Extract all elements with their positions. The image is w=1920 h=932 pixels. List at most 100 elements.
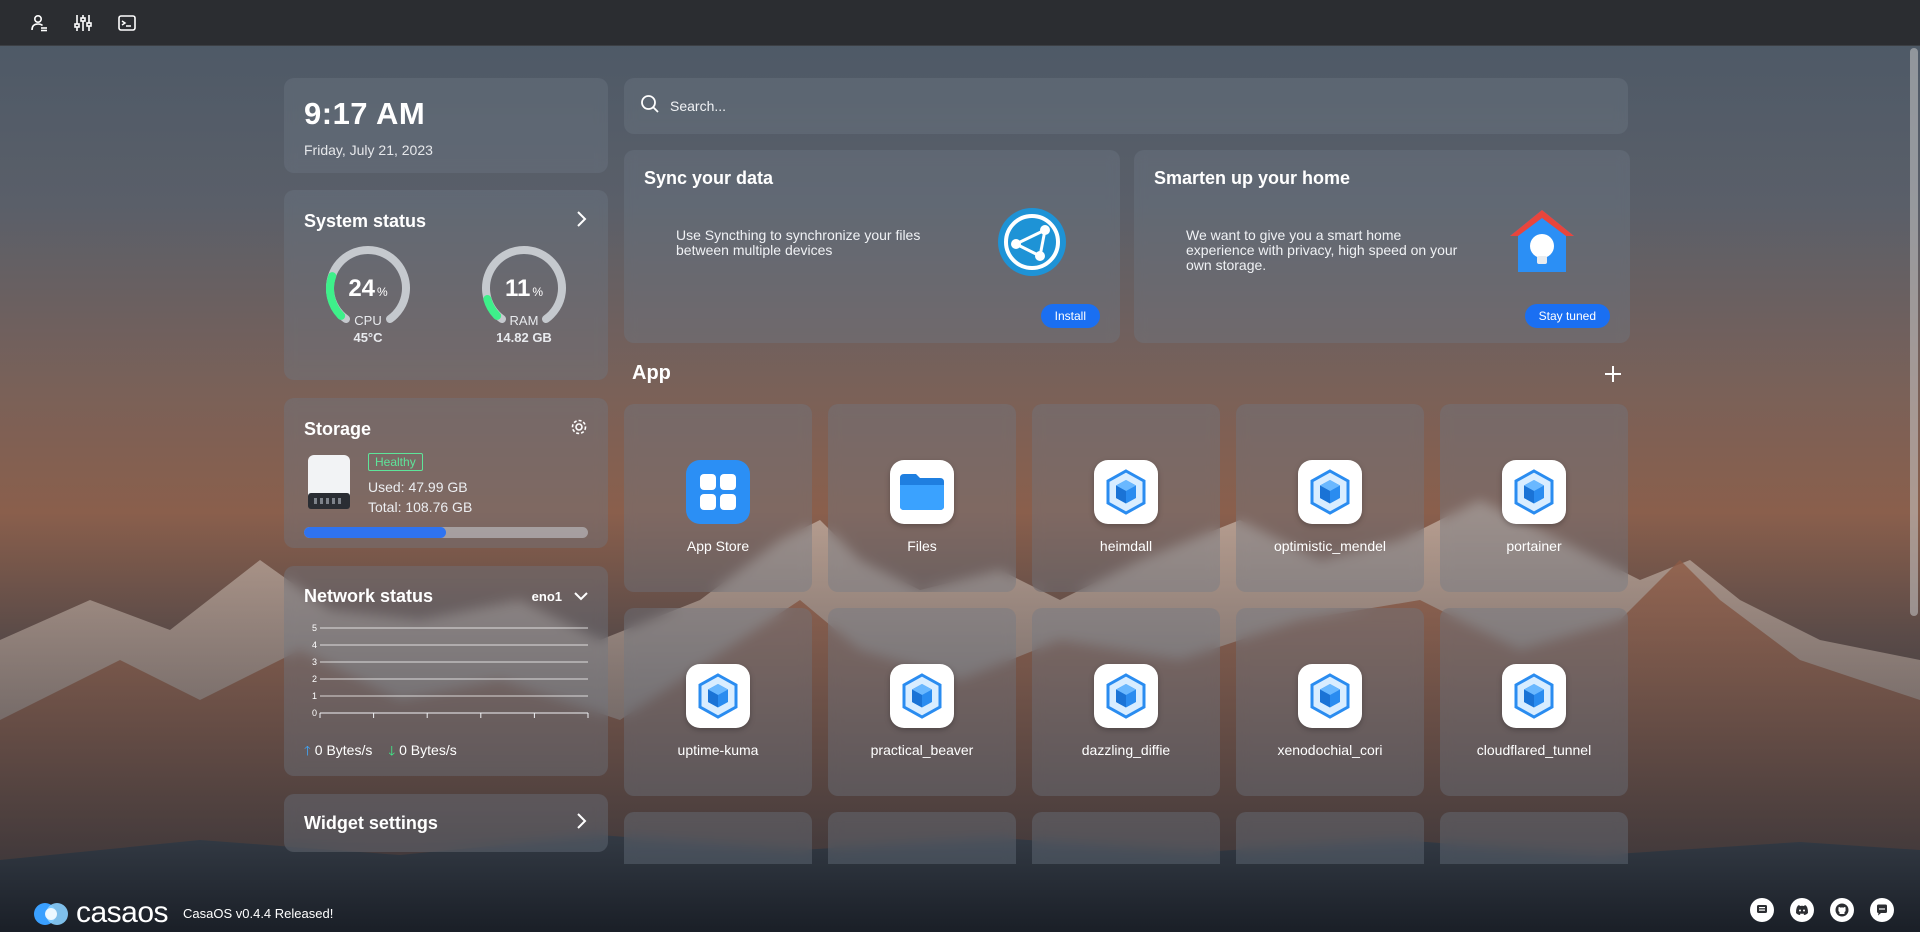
feedback-icon[interactable] — [1750, 898, 1774, 922]
app-tile-label: optimistic_mendel — [1273, 538, 1387, 554]
search-icon — [640, 94, 660, 119]
chevron-right-icon — [576, 812, 588, 835]
app-tile-label: xenodochial_cori — [1277, 742, 1383, 758]
storage-usage-bar — [304, 527, 588, 538]
clock-date: Friday, July 21, 2023 — [304, 142, 433, 158]
promo-title: Smarten up your home — [1154, 168, 1351, 188]
app-section-header: App — [632, 362, 1622, 385]
app-tile-label: practical_beaver — [870, 742, 974, 758]
network-chart: 5 4 3 2 1 0 — [312, 623, 589, 718]
terminal-icon[interactable] — [116, 12, 138, 34]
app-tile-placeholder[interactable] — [1032, 812, 1220, 864]
app-tile[interactable]: App Store — [624, 404, 812, 592]
app-tile[interactable]: uptime-kuma — [624, 608, 812, 796]
app-store-icon — [686, 460, 750, 524]
storage-widget: Storage Healthy Used: 47.99 GB Total: 10… — [284, 398, 608, 548]
network-status-title: Network status — [304, 586, 434, 606]
arrow-up-icon: 🡑 — [304, 743, 311, 758]
cpu-percent: 24% — [348, 275, 388, 302]
storage-used: Used: 47.99 GB — [368, 479, 468, 495]
app-tile-label: dazzling_diffie — [1081, 742, 1171, 758]
ram-label: RAM 14.82 GB — [478, 313, 570, 345]
app-tile-placeholder[interactable] — [624, 812, 812, 864]
app-tile[interactable]: heimdall — [1032, 404, 1220, 592]
github-icon[interactable] — [1830, 898, 1854, 922]
y-tick-label: 0 — [312, 708, 317, 718]
app-tile[interactable]: portainer — [1440, 404, 1628, 592]
app-tile[interactable]: optimistic_mendel — [1236, 404, 1424, 592]
y-tick-label: 4 — [312, 640, 317, 650]
app-tile-label: heimdall — [1099, 538, 1153, 554]
y-tick-label: 5 — [312, 623, 317, 633]
chat-icon[interactable] — [1870, 898, 1894, 922]
app-section-title: App — [632, 362, 671, 384]
release-notes-link[interactable]: CasaOS v0.4.4 Released! — [183, 906, 333, 921]
promo-text: Use Syncthing to synchronize your files … — [676, 227, 921, 258]
app-tile-label: uptime-kuma — [677, 742, 759, 758]
cube-icon — [686, 664, 750, 728]
hard-drive-icon — [304, 453, 354, 511]
discord-icon[interactable] — [1790, 898, 1814, 922]
app-tile-label: portainer — [1506, 538, 1562, 554]
app-tile-label: Files — [907, 538, 937, 554]
cpu-gauge: 24% CPU 45°C — [322, 243, 414, 345]
app-tile-placeholder[interactable] — [1236, 812, 1424, 864]
app-tile[interactable]: xenodochial_cori — [1236, 608, 1424, 796]
plus-icon — [1605, 365, 1621, 382]
account-settings-icon[interactable] — [28, 12, 50, 34]
download-rate: 🡓 0 Bytes/s — [388, 742, 457, 758]
app-tile[interactable]: dazzling_diffie — [1032, 608, 1220, 796]
cpu-label: CPU 45°C — [322, 313, 414, 345]
interface-selector[interactable]: eno1 — [532, 589, 588, 604]
cpu-temperature: 45°C — [353, 330, 383, 345]
app-tile[interactable]: Files — [828, 404, 1016, 592]
search-bar — [624, 78, 1628, 134]
y-tick-label: 2 — [312, 674, 317, 684]
cube-icon — [890, 664, 954, 728]
page-scrollbar[interactable] — [1910, 48, 1918, 616]
stay-tuned-button[interactable]: Stay tuned — [1524, 304, 1610, 328]
install-button[interactable]: Install — [1040, 304, 1100, 328]
cube-icon — [1502, 664, 1566, 728]
app-tile-placeholder[interactable] — [828, 812, 1016, 864]
syncthing-icon — [996, 206, 1068, 278]
y-tick-label: 1 — [312, 691, 317, 701]
interface-name: eno1 — [531, 589, 562, 604]
ram-gauge: 11% RAM 14.82 GB — [478, 243, 570, 345]
chevron-right-icon[interactable] — [576, 210, 588, 233]
gear-icon[interactable] — [570, 418, 588, 441]
cube-icon — [1094, 664, 1158, 728]
add-app-button[interactable] — [1604, 364, 1622, 384]
system-status-widget: System status 24% CPU 45°C 11% RAM 14.82 G… — [284, 190, 608, 380]
app-tile-placeholder[interactable] — [1440, 812, 1628, 864]
cube-icon — [1298, 460, 1362, 524]
social-links — [1750, 898, 1894, 922]
ram-used: 14.82 GB — [496, 330, 552, 345]
storage-health-badge: Healthy — [368, 453, 423, 471]
smart-home-icon — [1506, 206, 1578, 278]
footer-bar: casaos CasaOS v0.4.4 Released! — [0, 892, 1920, 932]
system-status-title: System status — [304, 211, 427, 231]
widget-settings-title: Widget settings — [304, 812, 438, 833]
promo-title: Sync your data — [644, 168, 774, 188]
promo-card-sync: Sync your data Use Syncthing to synchron… — [624, 150, 1120, 343]
app-tile[interactable]: cloudflared_tunnel — [1440, 608, 1628, 796]
chevron-down-icon — [574, 589, 588, 604]
promo-card-smart-home: Smarten up your home We want to give you… — [1134, 150, 1630, 343]
search-input[interactable] — [670, 98, 1570, 114]
app-tile-label: App Store — [686, 538, 750, 554]
storage-title: Storage — [304, 419, 372, 439]
casaos-logo-icon — [34, 903, 68, 925]
clock-widget: 9:17 AM Friday, July 21, 2023 — [284, 78, 608, 173]
network-status-widget: Network status eno1 5 4 3 2 1 0 🡑 0 Bytes/s 🡓 0… — [284, 566, 608, 776]
sliders-icon[interactable] — [72, 12, 94, 34]
app-tile[interactable]: practical_beaver — [828, 608, 1016, 796]
top-bar — [0, 0, 1920, 46]
cube-icon — [1094, 460, 1158, 524]
cube-icon — [1298, 664, 1362, 728]
promo-text: We want to give you a smart home experie… — [1186, 227, 1458, 273]
y-tick-label: 3 — [312, 657, 317, 667]
arrow-down-icon: 🡓 — [388, 743, 396, 758]
folder-icon — [890, 460, 954, 524]
widget-settings-button[interactable]: Widget settings — [284, 794, 608, 852]
